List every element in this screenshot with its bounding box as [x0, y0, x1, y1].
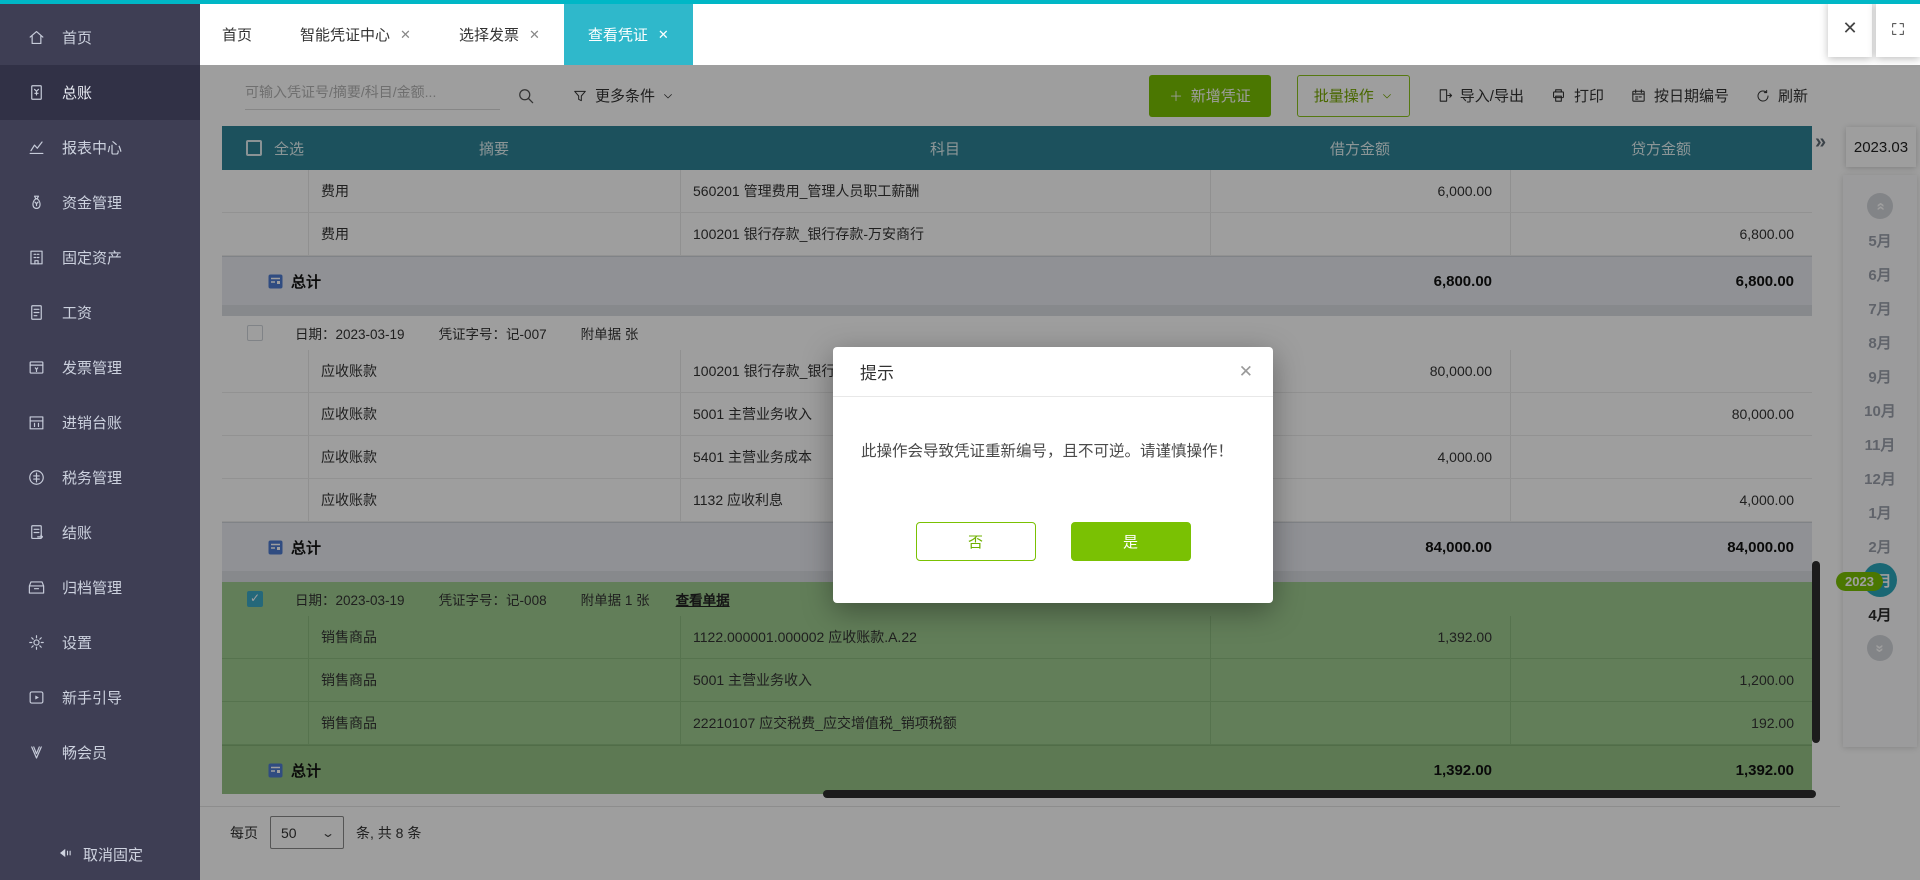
sidebar-item-label: 发票管理	[62, 360, 123, 377]
salary-icon	[26, 303, 46, 323]
closing-icon	[26, 523, 46, 543]
window-controls: ✕	[1824, 0, 1920, 57]
assets-icon	[26, 248, 46, 268]
confirm-dialog: 提示 ✕ 此操作会导致凭证重新编号，且不可逆。请谨慎操作！ 否 是	[833, 347, 1273, 603]
tab-close-icon[interactable]: ✕	[529, 27, 540, 43]
app-window: 首页总账报表中心资金管理固定资产工资发票管理进销台账税务管理结账归档管理设置新手…	[0, 0, 1920, 880]
sidebar-item-7[interactable]: 发票管理	[0, 340, 200, 395]
sidebar-item-5[interactable]: 固定资产	[0, 230, 200, 285]
tab-label: 选择发票	[458, 27, 519, 44]
invoice-icon	[26, 358, 46, 378]
sidebar-item-1[interactable]: 首页	[0, 10, 200, 65]
inventory-icon	[26, 413, 46, 433]
tax-icon	[26, 468, 46, 488]
tab-2[interactable]: 智能凭证中心 ✕	[276, 4, 435, 65]
sidebar-item-label: 新手引导	[62, 690, 123, 707]
sidebar-item-12[interactable]: 设置	[0, 615, 200, 670]
tab-label: 智能凭证中心	[300, 27, 391, 44]
top-accent-strip	[0, 0, 1920, 4]
sidebar-item-6[interactable]: 工资	[0, 285, 200, 340]
tab-close-icon[interactable]: ✕	[400, 27, 411, 43]
guide-icon	[26, 688, 46, 708]
tab-label: 首页	[222, 27, 253, 44]
sidebar-item-4[interactable]: 资金管理	[0, 175, 200, 230]
dialog-close-icon[interactable]: ✕	[1239, 362, 1253, 382]
funds-icon	[26, 193, 46, 213]
tab-label: 查看凭证	[587, 27, 648, 44]
sidebar-item-label: 结账	[62, 525, 93, 542]
sidebar-item-3[interactable]: 报表中心	[0, 120, 200, 175]
sidebar-item-13[interactable]: 新手引导	[0, 670, 200, 725]
ledger-icon	[26, 83, 46, 103]
home-icon	[26, 28, 46, 48]
sidebar-item-label: 资金管理	[62, 195, 123, 212]
tab-4[interactable]: 查看凭证 ✕	[563, 4, 693, 65]
sidebar-item-9[interactable]: 税务管理	[0, 450, 200, 505]
sidebar-item-label: 固定资产	[62, 250, 123, 267]
fullscreen-button[interactable]	[1876, 0, 1920, 57]
tab-close-icon[interactable]: ✕	[658, 27, 669, 43]
sidebar-item-label: 设置	[62, 635, 93, 652]
sidebar-item-14[interactable]: 畅会员	[0, 725, 200, 780]
archive-icon	[26, 578, 46, 598]
tab-3[interactable]: 选择发票 ✕	[435, 4, 564, 65]
sidebar: 首页总账报表中心资金管理固定资产工资发票管理进销台账税务管理结账归档管理设置新手…	[0, 0, 200, 880]
sidebar-item-label: 首页	[62, 30, 93, 47]
sidebar-item-label: 报表中心	[62, 140, 123, 157]
dialog-title: 提示	[860, 364, 894, 383]
sidebar-item-label: 工资	[62, 305, 93, 322]
sidebar-item-label: 税务管理	[62, 470, 123, 487]
member-icon	[26, 743, 46, 763]
tab-1[interactable]: 首页	[200, 4, 276, 65]
sidebar-item-label: 进销台账	[62, 415, 123, 432]
sidebar-item-2[interactable]: 总账	[0, 65, 200, 120]
sidebar-unpin-label: 取消固定	[82, 846, 143, 864]
sidebar-item-8[interactable]: 进销台账	[0, 395, 200, 450]
dialog-no-button[interactable]: 否	[915, 522, 1036, 561]
sidebar-item-11[interactable]: 归档管理	[0, 560, 200, 615]
sidebar-item-label: 总账	[62, 85, 93, 102]
fullscreen-icon	[1892, 22, 1904, 35]
tab-bar: 首页 智能凭证中心 ✕ 选择发票 ✕ 查看凭证 ✕	[200, 4, 1920, 65]
sidebar-unpin-button[interactable]: 取消固定	[0, 828, 200, 880]
sidebar-item-label: 归档管理	[62, 580, 123, 597]
dialog-yes-button[interactable]: 是	[1070, 522, 1191, 561]
sidebar-item-label: 畅会员	[62, 745, 108, 762]
dialog-message: 此操作会导致凭证重新编号，且不可逆。请谨慎操作！	[861, 443, 1234, 460]
sidebar-item-10[interactable]: 结账	[0, 505, 200, 560]
settings-icon	[26, 633, 46, 653]
collapse-pin-icon	[57, 844, 77, 864]
report-icon	[26, 138, 46, 158]
close-window-button[interactable]: ✕	[1828, 0, 1872, 57]
